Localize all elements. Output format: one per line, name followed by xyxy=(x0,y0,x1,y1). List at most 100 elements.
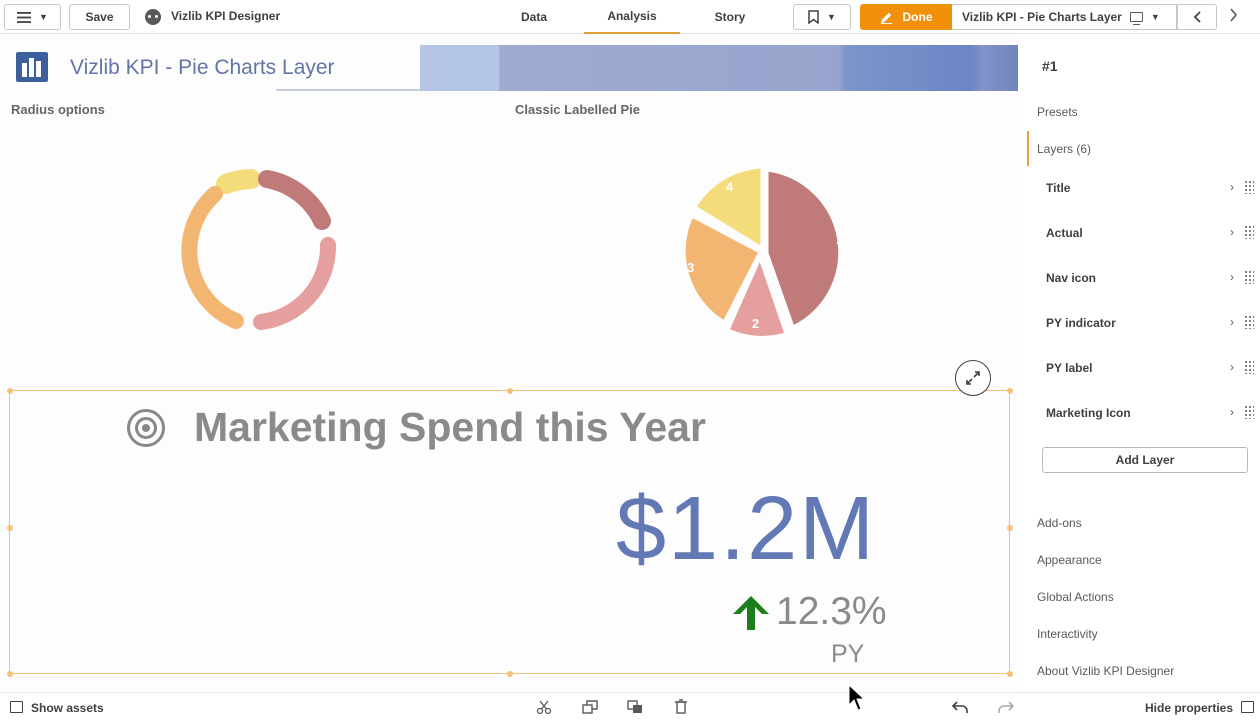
bookmark-icon xyxy=(808,10,819,24)
copy-icon[interactable] xyxy=(582,700,598,714)
fullscreen-button[interactable] xyxy=(955,360,991,396)
done-label: Done xyxy=(902,10,933,24)
hide-properties-button[interactable]: Hide properties xyxy=(1145,701,1233,715)
assets-panel-icon xyxy=(10,701,23,713)
classic-pie-title: Classic Labelled Pie xyxy=(515,102,641,117)
previous-sheet-button[interactable] xyxy=(1177,4,1217,30)
sheet-selector[interactable]: Vizlib KPI - Pie Charts Layer ▼ xyxy=(952,4,1177,30)
bookmarks-button[interactable]: ▼ xyxy=(793,4,851,30)
drag-handle-icon[interactable] xyxy=(1244,360,1254,374)
tab-data[interactable]: Data xyxy=(494,0,574,34)
chevron-right-icon xyxy=(1230,8,1238,22)
resize-handle-top-left[interactable] xyxy=(7,388,13,394)
pie-label-1: 1 xyxy=(836,232,843,247)
bottom-toolbar: Show assets Hide properties xyxy=(0,692,1260,720)
layer-item-nav-icon[interactable]: Nav icon › xyxy=(1046,270,1254,289)
donut-segment-pink[interactable] xyxy=(253,237,337,330)
donut-segment-orange[interactable] xyxy=(181,186,244,329)
vizlib-logo xyxy=(16,52,48,82)
layer-label: Title xyxy=(1046,181,1071,195)
chevron-down-icon: ▼ xyxy=(39,12,48,22)
layer-item-py-label[interactable]: PY label › xyxy=(1046,360,1254,379)
paste-icon[interactable] xyxy=(627,700,643,714)
drag-handle-icon[interactable] xyxy=(1244,270,1254,284)
done-editing-button[interactable]: Done xyxy=(860,4,952,30)
active-section-indicator xyxy=(1027,131,1029,166)
chevron-right-icon: › xyxy=(1230,180,1234,194)
save-button[interactable]: Save xyxy=(69,4,130,30)
next-sheet-button[interactable] xyxy=(1230,8,1238,25)
presets-section[interactable]: Presets xyxy=(1037,105,1078,119)
chevron-right-icon: › xyxy=(1230,360,1234,374)
arrow-up-icon xyxy=(733,596,769,630)
sheet-icon xyxy=(1129,12,1143,25)
drag-handle-icon[interactable] xyxy=(1244,225,1254,239)
classic-labelled-pie-chart[interactable]: 1 2 3 4 xyxy=(670,160,860,345)
tab-story[interactable]: Story xyxy=(690,0,770,34)
drag-handle-icon[interactable] xyxy=(1244,180,1254,194)
resize-handle-bottom[interactable] xyxy=(507,671,513,677)
interactivity-section[interactable]: Interactivity xyxy=(1037,627,1098,641)
layer-label: PY indicator xyxy=(1046,316,1116,330)
resize-handle-top[interactable] xyxy=(507,388,513,394)
layer-label: Actual xyxy=(1046,226,1083,240)
header-gradient-band xyxy=(420,45,1018,91)
sheet-title: Vizlib KPI - Pie Charts Layer xyxy=(70,56,335,79)
kpi-comparison-label: PY xyxy=(831,640,865,668)
layers-section[interactable]: Layers (6) xyxy=(1037,142,1091,156)
chevron-right-icon: › xyxy=(1230,270,1234,284)
show-assets-button[interactable]: Show assets xyxy=(31,701,104,715)
top-toolbar: ▼ Save Vizlib KPI Designer Data Analysis… xyxy=(0,0,1260,34)
delete-icon[interactable] xyxy=(675,699,687,714)
kpi-actual-value: $1.2M xyxy=(616,479,877,579)
tab-analysis[interactable]: Analysis xyxy=(584,0,680,34)
resize-handle-top-right[interactable] xyxy=(1007,388,1013,394)
about-section[interactable]: About Vizlib KPI Designer xyxy=(1037,664,1174,678)
kpi-title: Marketing Spend this Year xyxy=(194,404,706,450)
layer-item-py-indicator[interactable]: PY indicator › xyxy=(1046,315,1254,334)
chevron-down-icon: ▼ xyxy=(827,12,836,22)
pie-label-3: 3 xyxy=(687,260,694,275)
sheet-header: Vizlib KPI - Pie Charts Layer xyxy=(0,45,1018,91)
radius-options-title: Radius options xyxy=(11,102,105,117)
kpi-change-percent: 12.3% xyxy=(776,590,887,633)
add-layer-button[interactable]: Add Layer xyxy=(1042,447,1248,473)
mouse-cursor-icon xyxy=(848,684,866,711)
chevron-left-icon xyxy=(1193,11,1201,23)
properties-panel-icon xyxy=(1241,701,1254,713)
redo-icon[interactable] xyxy=(998,701,1014,713)
expand-icon xyxy=(966,371,980,385)
donut-segment-dark-rose[interactable] xyxy=(258,170,331,230)
drag-handle-icon[interactable] xyxy=(1244,315,1254,329)
pie-label-2: 2 xyxy=(752,316,759,331)
resize-handle-right[interactable] xyxy=(1007,525,1013,531)
global-menu-button[interactable]: ▼ xyxy=(4,4,61,30)
layer-item-title[interactable]: Title › xyxy=(1046,180,1254,199)
chevron-right-icon: › xyxy=(1230,315,1234,329)
layer-label: Nav icon xyxy=(1046,271,1097,285)
target-icon xyxy=(127,409,165,447)
sheet-selector-label: Vizlib KPI - Pie Charts Layer xyxy=(962,10,1122,24)
chevron-right-icon: › xyxy=(1230,405,1234,419)
radius-donut-chart[interactable] xyxy=(150,150,360,350)
hamburger-icon xyxy=(17,11,32,23)
pie-slice-1[interactable] xyxy=(765,168,842,330)
app-name: Vizlib KPI Designer xyxy=(171,9,281,23)
layer-label: Marketing Icon xyxy=(1046,406,1131,420)
global-actions-section[interactable]: Global Actions xyxy=(1037,590,1114,604)
drag-handle-icon[interactable] xyxy=(1244,405,1254,419)
resize-handle-left[interactable] xyxy=(7,525,13,531)
layer-item-actual[interactable]: Actual › xyxy=(1046,225,1254,244)
donut-segment-yellow[interactable] xyxy=(216,169,261,194)
appearance-section[interactable]: Appearance xyxy=(1037,553,1102,567)
app-window: ▼ Save Vizlib KPI Designer Data Analysis… xyxy=(0,0,1260,720)
resize-handle-bottom-left[interactable] xyxy=(7,671,13,677)
layer-item-marketing-icon[interactable]: Marketing Icon › xyxy=(1046,405,1254,424)
pie-label-4: 4 xyxy=(726,179,734,194)
properties-panel: #1 Presets Layers (6) Title › Actual › N… xyxy=(1018,35,1260,691)
resize-handle-bottom-right[interactable] xyxy=(1007,671,1013,677)
addons-section[interactable]: Add-ons xyxy=(1037,516,1082,530)
cut-icon[interactable] xyxy=(536,700,552,714)
undo-icon[interactable] xyxy=(952,701,968,713)
chevron-down-icon: ▼ xyxy=(1150,12,1160,22)
